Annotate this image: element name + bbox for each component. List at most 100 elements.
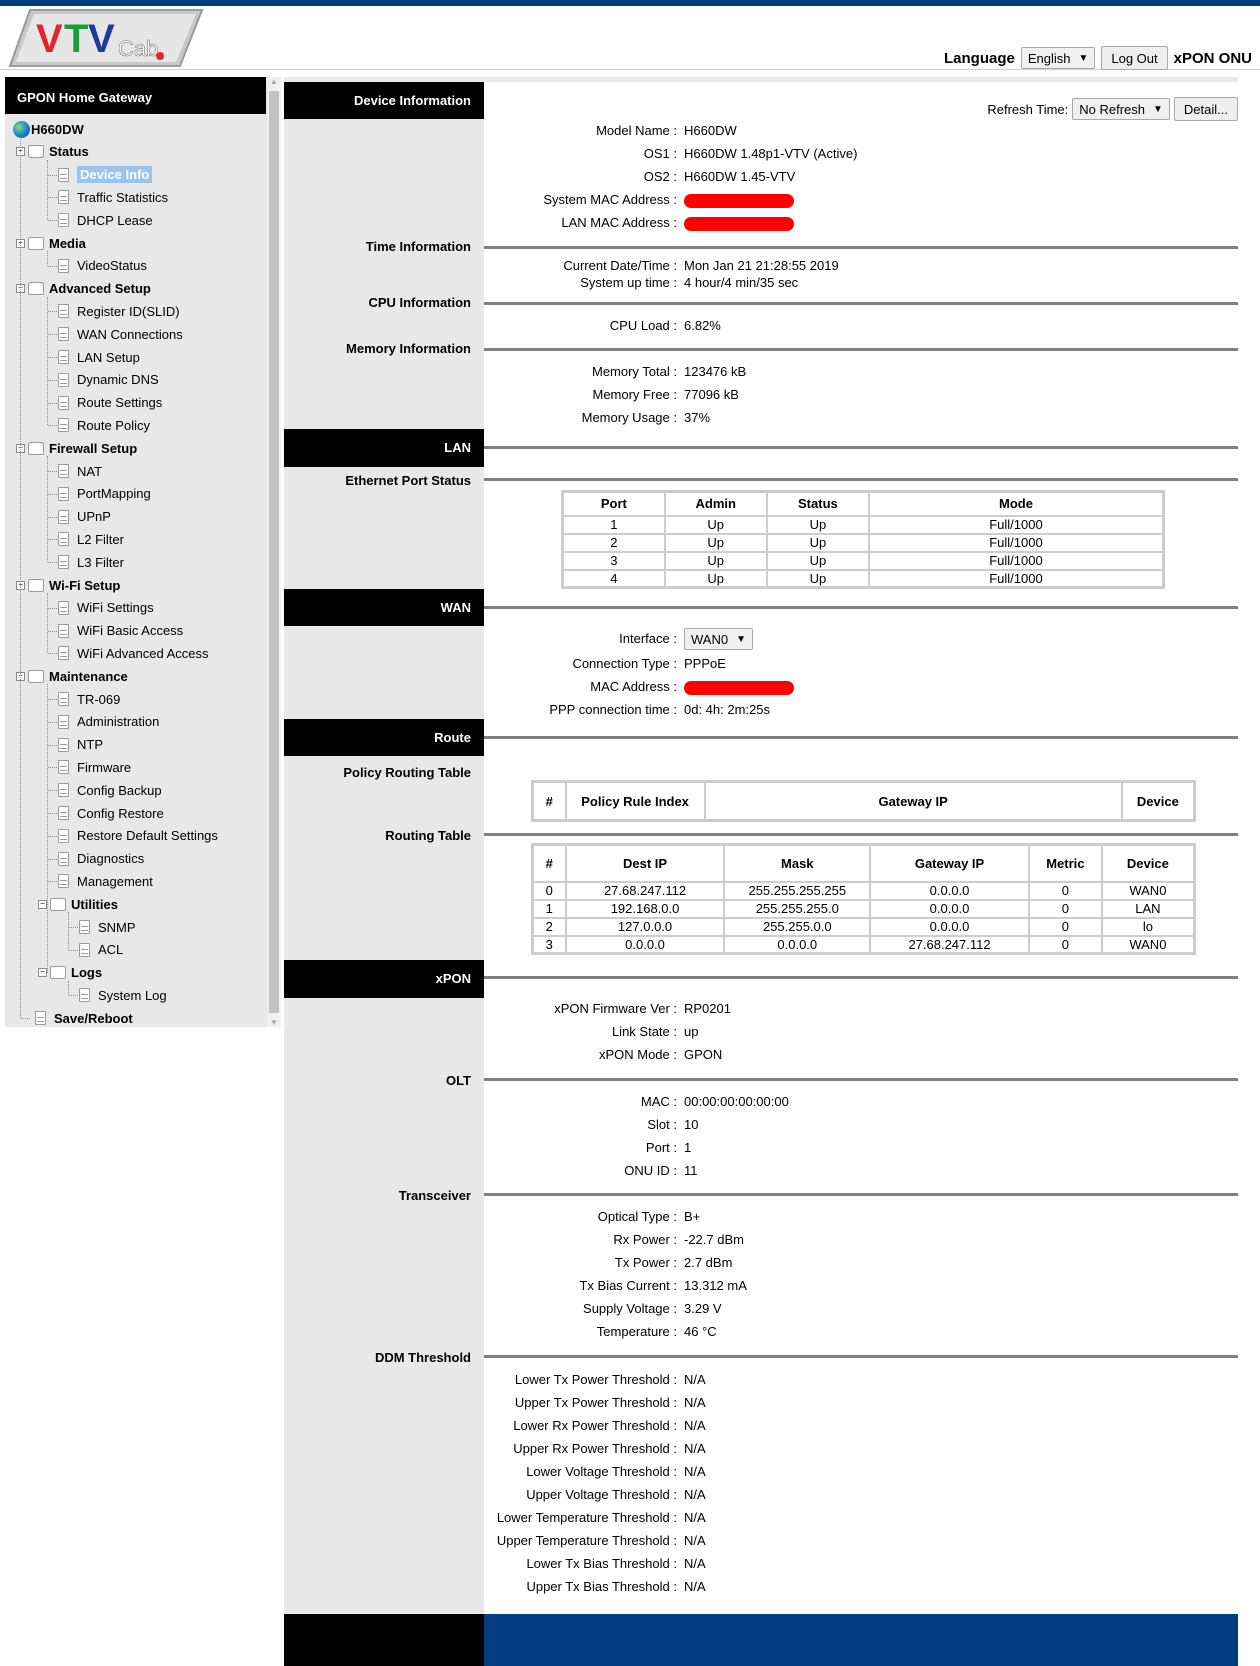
collapse-icon[interactable]: − xyxy=(38,968,47,978)
tree-label[interactable]: Register ID(SLID) xyxy=(77,304,180,319)
tree-item[interactable]: Firmware xyxy=(58,757,131,777)
tree-label[interactable]: Logs xyxy=(71,965,102,980)
field-row: Upper Rx Power Threshold : N/A xyxy=(484,1441,1234,1461)
tree-item[interactable]: ACL xyxy=(79,940,123,960)
tree-label[interactable]: Route Policy xyxy=(77,418,150,433)
tree-item[interactable]: Route Policy xyxy=(58,415,150,435)
tree-item[interactable]: H660DW xyxy=(13,119,84,139)
tree-group[interactable]: − Utilities xyxy=(38,894,118,914)
tree-item[interactable]: SNMP xyxy=(79,917,136,937)
tree-label[interactable]: DHCP Lease xyxy=(77,213,153,228)
tree-item[interactable]: WiFi Basic Access xyxy=(58,621,183,641)
refresh-select[interactable]: No Refresh ▼ xyxy=(1072,98,1170,120)
tree-label[interactable]: Dynamic DNS xyxy=(77,372,159,387)
tree-item[interactable]: WAN Connections xyxy=(58,324,183,344)
tree-label[interactable]: TR-069 xyxy=(77,692,120,707)
tree-label[interactable]: Save/Reboot xyxy=(54,1011,133,1026)
table-cell: lo xyxy=(1100,916,1196,937)
tree-label[interactable]: WiFi Advanced Access xyxy=(77,646,209,661)
tree-label[interactable]: VideoStatus xyxy=(77,258,147,273)
tree-connector xyxy=(48,265,57,267)
tree-item[interactable]: Diagnostics xyxy=(58,849,144,869)
tree-label[interactable]: Diagnostics xyxy=(77,851,144,866)
tree-item[interactable]: Restore Default Settings xyxy=(58,826,218,846)
tree-label[interactable]: Restore Default Settings xyxy=(77,828,218,843)
tree-label[interactable]: Media xyxy=(49,236,86,251)
page-icon xyxy=(58,190,69,205)
tree-label[interactable]: NTP xyxy=(77,737,103,752)
tree-item[interactable]: L2 Filter xyxy=(58,529,124,549)
tree-item[interactable]: DHCP Lease xyxy=(58,210,153,230)
field-value: 6.82% xyxy=(684,318,721,333)
tree-label[interactable]: Config Backup xyxy=(77,783,162,798)
tree-label[interactable]: WiFi Basic Access xyxy=(77,623,183,638)
tree-item[interactable]: LAN Setup xyxy=(58,347,140,367)
language-select[interactable]: English ▼ xyxy=(1020,47,1096,69)
sidebar-scrollbar[interactable]: ▲ ▼ xyxy=(267,77,281,1027)
tree-label[interactable]: System Log xyxy=(98,988,167,1003)
tree-group[interactable]: − Maintenance xyxy=(16,666,128,686)
tree-item[interactable]: Administration xyxy=(58,712,159,732)
tree-connector xyxy=(48,379,57,381)
tree-item[interactable]: TR-069 xyxy=(58,689,120,709)
tree-item[interactable]: PortMapping xyxy=(58,484,151,504)
tree-item[interactable]: System Log xyxy=(79,985,167,1005)
scrollbar-thumb[interactable] xyxy=(269,91,279,1013)
tree-label[interactable]: NAT xyxy=(77,464,102,479)
tree-item[interactable]: Route Settings xyxy=(58,393,162,413)
tree-item[interactable]: Dynamic DNS xyxy=(58,370,159,390)
tree-label[interactable]: Utilities xyxy=(71,897,118,912)
tree-label[interactable]: Firewall Setup xyxy=(49,441,137,456)
tree-item[interactable]: Register ID(SLID) xyxy=(58,301,180,321)
tree-label[interactable]: PortMapping xyxy=(77,486,151,501)
tree-item[interactable]: WiFi Advanced Access xyxy=(58,643,209,663)
detail-button[interactable]: Detail... xyxy=(1173,97,1238,121)
tree-label[interactable]: Config Restore xyxy=(77,806,164,821)
tree-label[interactable]: SNMP xyxy=(98,920,136,935)
tree-item[interactable]: NTP xyxy=(58,735,103,755)
tree-group[interactable]: − Advanced Setup xyxy=(16,279,151,299)
logout-button[interactable]: Log Out xyxy=(1101,46,1168,70)
wan-interface-select[interactable]: WAN0 ▼ xyxy=(684,628,753,650)
tree-label[interactable]: Management xyxy=(77,874,153,889)
divider xyxy=(484,1078,1238,1081)
collapse-icon[interactable]: − xyxy=(38,899,47,909)
tree-label[interactable]: WiFi Settings xyxy=(77,600,154,615)
tree-label[interactable]: Firmware xyxy=(77,760,131,775)
tree-group[interactable]: − Wi-Fi Setup xyxy=(16,575,120,595)
tree-label[interactable]: Advanced Setup xyxy=(49,281,151,296)
tree-item[interactable]: L3 Filter xyxy=(58,552,124,572)
tree-item[interactable]: Save/Reboot xyxy=(35,1008,133,1028)
tree-item[interactable]: Config Backup xyxy=(58,780,162,800)
tree-label[interactable]: L3 Filter xyxy=(77,555,124,570)
tree-label[interactable]: Traffic Statistics xyxy=(77,190,168,205)
table-cell: 0 xyxy=(531,880,567,901)
tree-label[interactable]: Wi-Fi Setup xyxy=(49,578,120,593)
tree-item[interactable]: Device Info xyxy=(58,165,153,185)
tree-label[interactable]: L2 Filter xyxy=(77,532,124,547)
column-header: Port xyxy=(561,490,666,517)
tree-label[interactable]: Device Info xyxy=(77,166,153,184)
scroll-down-icon[interactable]: ▼ xyxy=(270,1018,278,1027)
tree-label[interactable]: LAN Setup xyxy=(77,350,140,365)
tree-item[interactable]: WiFi Settings xyxy=(58,598,154,618)
tree-item[interactable]: Config Restore xyxy=(58,803,164,823)
tree-label[interactable]: Status xyxy=(49,144,89,159)
tree-label[interactable]: ACL xyxy=(98,942,123,957)
field-value: GPON xyxy=(684,1047,723,1062)
tree-item[interactable]: Management xyxy=(58,871,153,891)
scroll-up-icon[interactable]: ▲ xyxy=(270,77,278,86)
tree-group[interactable]: − Firewall Setup xyxy=(16,438,137,458)
tree-group[interactable]: − Media xyxy=(16,233,86,253)
tree-item[interactable]: UPnP xyxy=(58,507,111,527)
tree-label[interactable]: Administration xyxy=(77,714,159,729)
tree-label[interactable]: WAN Connections xyxy=(77,327,183,342)
tree-group[interactable]: − Status xyxy=(16,142,89,162)
tree-item[interactable]: NAT xyxy=(58,461,102,481)
tree-label[interactable]: UPnP xyxy=(77,509,111,524)
tree-item[interactable]: Traffic Statistics xyxy=(58,187,168,207)
tree-item[interactable]: VideoStatus xyxy=(58,256,147,276)
tree-label[interactable]: H660DW xyxy=(31,122,84,137)
tree-label[interactable]: Route Settings xyxy=(77,395,162,410)
tree-label[interactable]: Maintenance xyxy=(49,669,128,684)
